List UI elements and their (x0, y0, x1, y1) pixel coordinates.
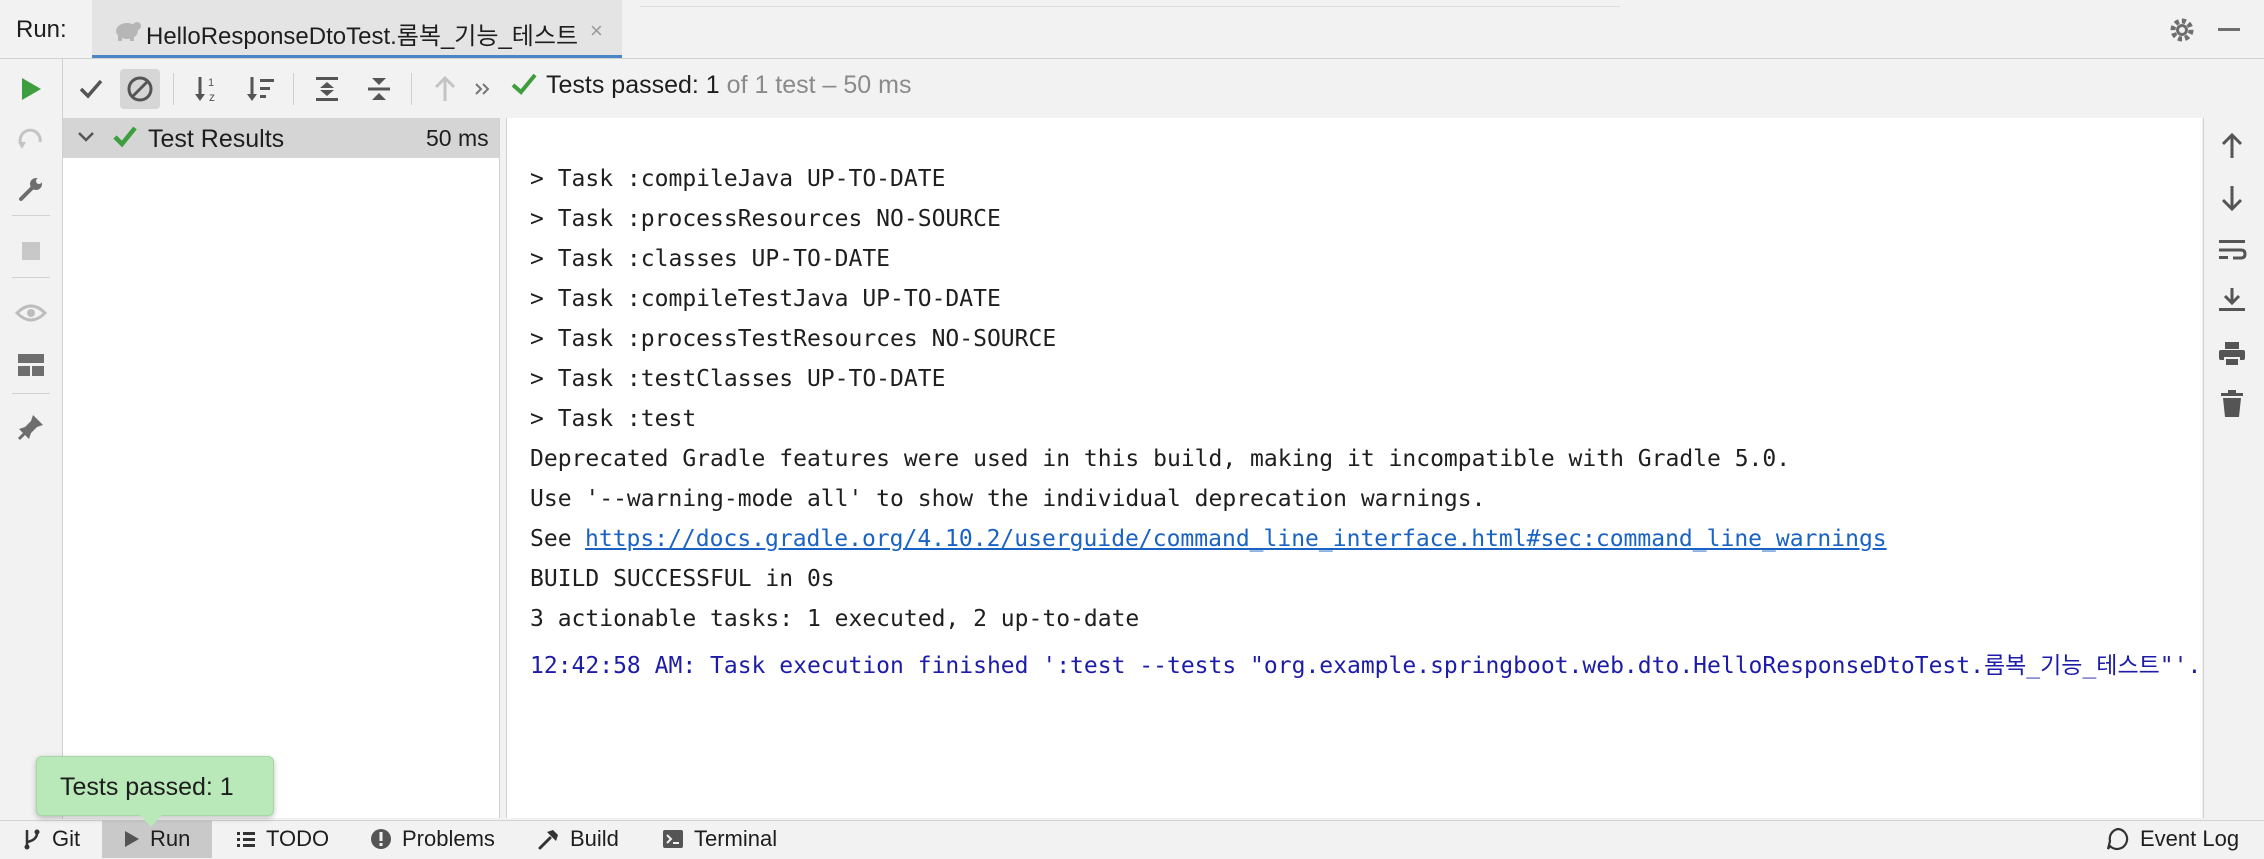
console-line: See (530, 526, 586, 552)
more-icon[interactable] (463, 69, 503, 109)
tool-window-bar (0, 820, 2264, 859)
expand-all-icon[interactable] (307, 69, 347, 109)
show-ignored-icon[interactable] (120, 69, 160, 109)
tool-window-build[interactable]: Build (538, 820, 619, 858)
terminal-label: Terminal (694, 826, 778, 851)
tooltip-arrow (140, 815, 162, 827)
build-label: Build (570, 826, 619, 851)
run-label-bottom: Run (150, 826, 191, 851)
gradle-docs-link[interactable]: https://docs.gradle.org/4.10.2/userguide… (585, 526, 1887, 552)
git-label: Git (52, 826, 81, 851)
tool-window-event-log[interactable]: Event Log (2106, 820, 2239, 858)
panel-splitter[interactable] (500, 118, 507, 818)
rerun-icon[interactable] (15, 73, 47, 105)
soft-wrap-icon[interactable] (2214, 232, 2250, 268)
console-line: > Task :test (530, 406, 697, 432)
run-label: Run: (16, 16, 67, 43)
eye-icon[interactable] (15, 297, 47, 329)
tool-window-terminal[interactable]: Terminal (662, 820, 777, 858)
console-system-line: 12:42:58 AM: Task execution finished ':t… (530, 653, 2202, 679)
console-line: > Task :testClasses UP-TO-DATE (530, 366, 946, 392)
todo-label: TODO (266, 826, 330, 851)
editor-edge (640, 0, 1620, 7)
test-status-summary: Tests passed: 1 of 1 test – 50 ms (546, 71, 911, 100)
stop-icon[interactable] (15, 235, 47, 267)
console-line: > Task :compileJava UP-TO-DATE (530, 166, 946, 192)
tree-item-duration: 50 ms (426, 125, 489, 151)
run-left-toolbar (0, 59, 63, 819)
passed-check-icon (112, 124, 138, 150)
chevron-down-icon[interactable] (74, 124, 98, 148)
collapse-all-icon[interactable] (359, 69, 399, 109)
print-icon[interactable] (2214, 336, 2250, 372)
wrench-icon[interactable] (15, 173, 47, 205)
tool-window-git[interactable]: Git (22, 820, 80, 858)
event-log-label: Event Log (2140, 826, 2240, 851)
gear-icon[interactable] (2168, 16, 2196, 44)
tooltip-text: Tests passed: 1 (60, 773, 234, 801)
tool-window-problems[interactable]: Problems (370, 820, 495, 858)
show-passed-icon[interactable] (71, 69, 111, 109)
previous-failed-icon[interactable] (425, 69, 465, 109)
console-line: > Task :compileTestJava UP-TO-DATE (530, 286, 1001, 312)
status-duration: of 1 test – 50 ms (719, 71, 912, 99)
sort-by-duration-icon[interactable] (241, 69, 281, 109)
console-line: Deprecated Gradle features were used in … (530, 446, 1791, 472)
sort-alphabetically-icon[interactable]: 1z (189, 69, 229, 109)
console-line: > Task :processTestResources NO-SOURCE (530, 326, 1057, 352)
scroll-to-end-icon[interactable] (2214, 282, 2250, 318)
rerun-failed-icon[interactable] (15, 123, 47, 155)
console-line: Use '--warning-mode all' to show the ind… (530, 486, 1486, 512)
console-line: BUILD SUCCESSFUL in 0s (530, 566, 835, 592)
console-right-toolbar (2203, 118, 2264, 818)
close-icon[interactable]: × (590, 18, 603, 44)
svg-text:1: 1 (208, 77, 214, 89)
arrow-down-icon[interactable] (2214, 180, 2250, 216)
status-passed-count: Tests passed: 1 (546, 71, 720, 99)
test-results-tree (63, 118, 500, 818)
tree-item-label[interactable]: Test Results (148, 125, 284, 154)
passed-check-icon (510, 71, 538, 102)
svg-text:z: z (209, 90, 215, 104)
test-config-icon (112, 16, 142, 42)
test-runner-toolbar: 1z (63, 59, 2264, 117)
pin-icon[interactable] (15, 411, 47, 443)
minimize-icon[interactable] (2218, 28, 2240, 31)
console-line: > Task :classes UP-TO-DATE (530, 246, 891, 272)
tool-window-todo[interactable]: TODO (236, 820, 329, 858)
layout-icon[interactable] (15, 349, 47, 381)
problems-label: Problems (402, 826, 495, 851)
trash-icon[interactable] (2214, 386, 2250, 422)
console-line: > Task :processResources NO-SOURCE (530, 206, 1001, 232)
tab-run-title[interactable]: HelloResponseDtoTest.롬복_기능_테스트 (146, 16, 578, 51)
console-line: 3 actionable tasks: 1 executed, 2 up-to-… (530, 606, 1140, 632)
arrow-up-icon[interactable] (2214, 128, 2250, 164)
